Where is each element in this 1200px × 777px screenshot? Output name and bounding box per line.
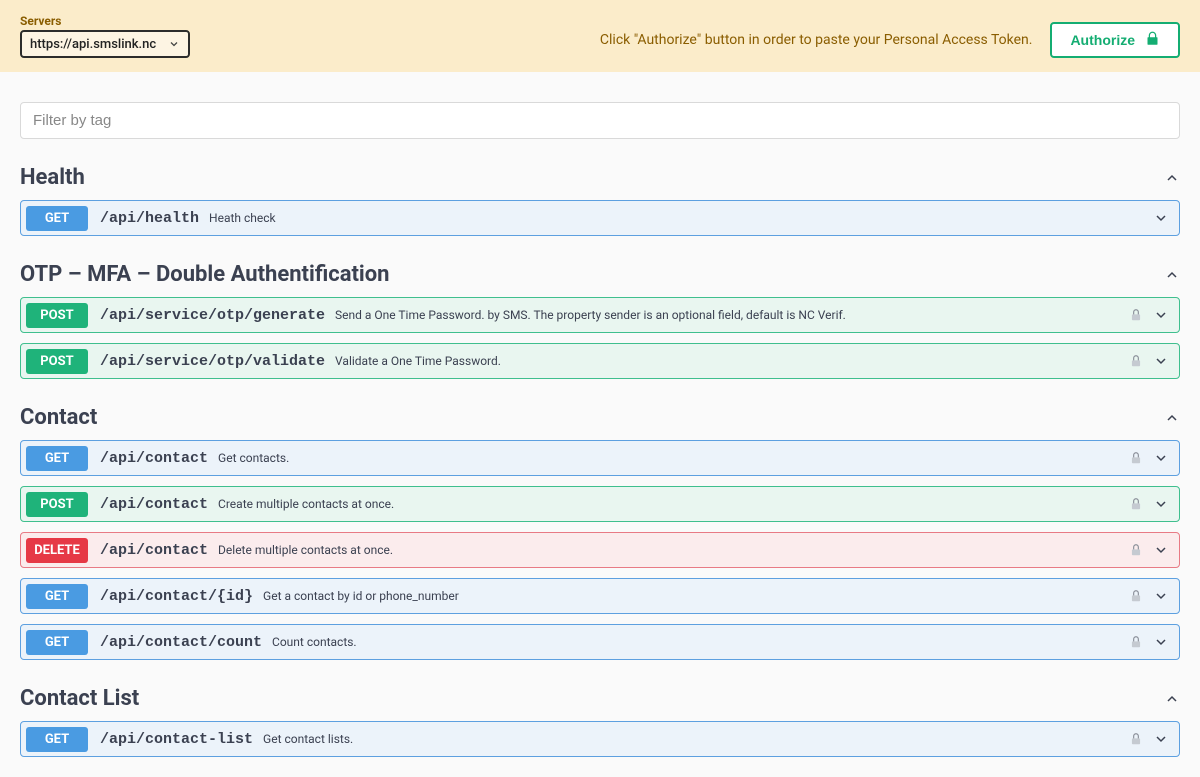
chevron-down-icon bbox=[1153, 210, 1169, 226]
main-content: Health GET/api/health Heath check OTP – MFA… bbox=[0, 72, 1200, 777]
lock-icon[interactable] bbox=[1129, 543, 1143, 557]
operation-summary: Heath check bbox=[209, 211, 1153, 225]
tag-section: ContactGET/api/contactGet contacts.POST/… bbox=[20, 401, 1180, 660]
tag-section: Contact List GET/api/contact-list Get cont… bbox=[20, 682, 1180, 757]
chevron-down-icon bbox=[1153, 731, 1169, 747]
operation-row[interactable]: GET/api/contact-list Get contact lists. bbox=[20, 721, 1180, 757]
tag-header[interactable]: Contact bbox=[20, 401, 1180, 440]
tag-section: OTP – MFA – Double AuthentificationPOST/… bbox=[20, 258, 1180, 379]
method-badge: POST bbox=[26, 349, 88, 374]
operation-path: /api/contact bbox=[100, 450, 208, 467]
chevron-down-icon bbox=[1153, 634, 1169, 650]
operation-summary: Send a One Time Password. by SMS. The pr… bbox=[335, 308, 1129, 322]
chevron-down-icon bbox=[168, 38, 180, 50]
method-badge: GET bbox=[26, 206, 88, 231]
operation-path: /api/contact bbox=[100, 542, 208, 559]
method-badge: GET bbox=[26, 446, 88, 471]
operation-summary: Count contacts. bbox=[272, 635, 1129, 649]
tag-title: Contact bbox=[20, 405, 97, 430]
method-badge: POST bbox=[26, 303, 88, 328]
operation-summary: Get a contact by id or phone_number bbox=[263, 589, 1129, 603]
operation-row[interactable]: POST/api/service/otp/generate Send a One … bbox=[20, 297, 1180, 333]
operation-right bbox=[1129, 353, 1169, 369]
operation-path: /api/contact-list bbox=[100, 731, 253, 748]
operation-right bbox=[1129, 450, 1169, 466]
operation-path: /api/service/otp/validate bbox=[100, 353, 325, 370]
chevron-up-icon bbox=[1164, 170, 1180, 186]
operation-row[interactable]: POST/api/service/otp/validate Validate a … bbox=[20, 343, 1180, 379]
tag-header[interactable]: OTP – MFA – Double Authentification bbox=[20, 258, 1180, 297]
method-badge: GET bbox=[26, 630, 88, 655]
tag-title: OTP – MFA – Double Authentification bbox=[20, 262, 390, 287]
operations-list: POST/api/service/otp/generate Send a One … bbox=[20, 297, 1180, 379]
chevron-down-icon bbox=[1153, 353, 1169, 369]
tag-section: Health GET/api/health Heath check bbox=[20, 161, 1180, 236]
operation-path: /api/health bbox=[100, 210, 199, 227]
lock-icon bbox=[1145, 31, 1160, 49]
server-select-value: https://api.smslink.nc bbox=[30, 37, 168, 52]
tag-title: Health bbox=[20, 165, 85, 190]
authorize-label: Authorize bbox=[1070, 32, 1135, 48]
operation-path: /api/contact/count bbox=[100, 634, 262, 651]
operation-summary: Get contact lists. bbox=[263, 732, 1129, 746]
operation-right bbox=[1129, 588, 1169, 604]
chevron-up-icon bbox=[1164, 267, 1180, 283]
authorize-button[interactable]: Authorize bbox=[1050, 22, 1180, 58]
auth-area: Click "Authorize" button in order to pas… bbox=[600, 22, 1180, 58]
tag-title: Contact List bbox=[20, 686, 139, 711]
operation-summary: Delete multiple contacts at once. bbox=[218, 543, 1129, 557]
method-badge: POST bbox=[26, 492, 88, 517]
operations-list: GET/api/contact Get contacts. POST/api/con… bbox=[20, 440, 1180, 660]
filter-input[interactable] bbox=[20, 102, 1180, 139]
operation-row[interactable]: GET/api/contact/count Count contacts. bbox=[20, 624, 1180, 660]
tag-header[interactable]: Contact List bbox=[20, 682, 1180, 721]
method-badge: DELETE bbox=[26, 538, 88, 563]
servers-block: Servers https://api.smslink.nc bbox=[20, 14, 190, 58]
operation-row[interactable]: POST/api/contact Create multiple contacts… bbox=[20, 486, 1180, 522]
chevron-down-icon bbox=[1153, 307, 1169, 323]
chevron-up-icon bbox=[1164, 410, 1180, 426]
operation-right bbox=[1129, 634, 1169, 650]
operations-list: GET/api/contact-list Get contact lists. bbox=[20, 721, 1180, 757]
operation-path: /api/service/otp/generate bbox=[100, 307, 325, 324]
servers-label: Servers bbox=[20, 14, 190, 28]
operation-path: /api/contact bbox=[100, 496, 208, 513]
lock-icon[interactable] bbox=[1129, 308, 1143, 322]
operation-right bbox=[1153, 210, 1169, 226]
operation-path: /api/contact/{id} bbox=[100, 588, 253, 605]
operation-summary: Create multiple contacts at once. bbox=[218, 497, 1129, 511]
operation-right bbox=[1129, 307, 1169, 323]
lock-icon[interactable] bbox=[1129, 451, 1143, 465]
lock-icon[interactable] bbox=[1129, 497, 1143, 511]
lock-icon[interactable] bbox=[1129, 732, 1143, 746]
method-badge: GET bbox=[26, 727, 88, 752]
operation-row[interactable]: GET/api/contact/{id} Get a contact by id … bbox=[20, 578, 1180, 614]
operation-row[interactable]: GET/api/contact Get contacts. bbox=[20, 440, 1180, 476]
operation-right bbox=[1129, 542, 1169, 558]
lock-icon[interactable] bbox=[1129, 635, 1143, 649]
operation-summary: Get contacts. bbox=[218, 451, 1129, 465]
chevron-up-icon bbox=[1164, 691, 1180, 707]
chevron-down-icon bbox=[1153, 588, 1169, 604]
lock-icon[interactable] bbox=[1129, 589, 1143, 603]
operation-summary: Validate a One Time Password. bbox=[335, 354, 1129, 368]
chevron-down-icon bbox=[1153, 450, 1169, 466]
method-badge: GET bbox=[26, 584, 88, 609]
operation-right bbox=[1129, 731, 1169, 747]
operations-list: GET/api/health Heath check bbox=[20, 200, 1180, 236]
scheme-bar: Servers https://api.smslink.nc Click "Au… bbox=[0, 0, 1200, 72]
chevron-down-icon bbox=[1153, 542, 1169, 558]
tag-header[interactable]: Health bbox=[20, 161, 1180, 200]
server-select[interactable]: https://api.smslink.nc bbox=[20, 30, 190, 58]
auth-hint: Click "Authorize" button in order to pas… bbox=[600, 32, 1033, 48]
operation-row[interactable]: GET/api/health Heath check bbox=[20, 200, 1180, 236]
operation-right bbox=[1129, 496, 1169, 512]
chevron-down-icon bbox=[1153, 496, 1169, 512]
lock-icon[interactable] bbox=[1129, 354, 1143, 368]
operation-row[interactable]: DELETE/api/contact Delete multiple contac… bbox=[20, 532, 1180, 568]
